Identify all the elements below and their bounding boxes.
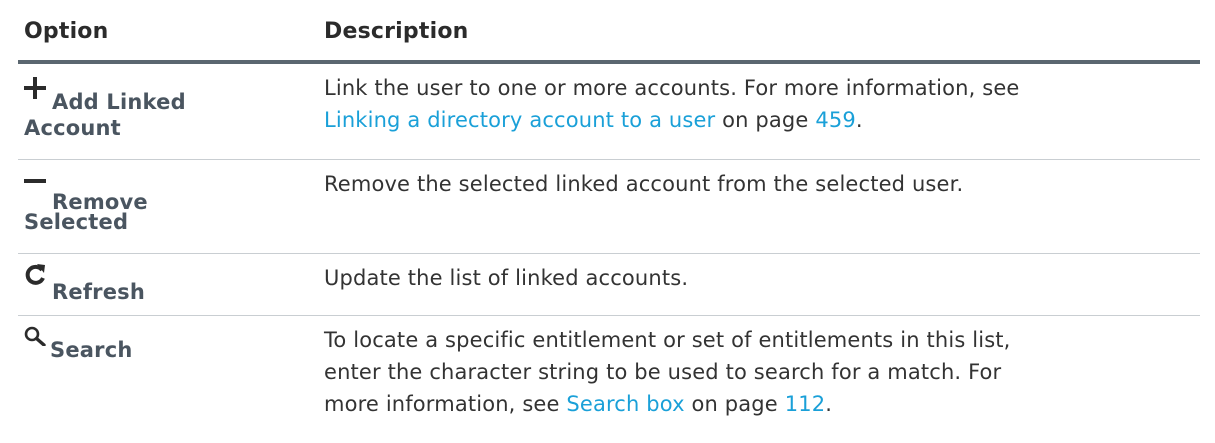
page-459-link[interactable]: 459: [815, 108, 856, 132]
description-text: Update the list of linked accounts.: [324, 266, 689, 290]
option-cell: Remove Selected: [18, 160, 324, 253]
description-cell: To locate a specific entitlement or set …: [324, 316, 1200, 442]
option-cell: Refresh: [18, 254, 324, 315]
remove-selected-label: Remove: [52, 190, 148, 214]
on-page-text: on page: [722, 108, 809, 132]
description-line: To locate a specific entitlement or set …: [324, 328, 1011, 352]
description-cell: Update the list of linked accounts.: [324, 254, 1200, 315]
table-row-refresh: Refresh Update the list of linked accoun…: [18, 254, 1200, 316]
description-cell: Remove the selected linked account from …: [324, 160, 1200, 253]
table-row-remove-selected: Remove Selected Remove the selected link…: [18, 160, 1200, 254]
search-box-link[interactable]: Search box: [566, 392, 684, 416]
period: .: [855, 108, 863, 132]
page-112-link[interactable]: 112: [785, 392, 826, 416]
search-label: Search: [50, 338, 133, 362]
description-text: Link the user to one or more accounts. F…: [324, 76, 1020, 100]
refresh-label: Refresh: [52, 280, 145, 304]
period: .: [825, 392, 833, 416]
option-cell: Search: [18, 316, 324, 442]
table-row-search: Search To locate a specific entitlement …: [18, 316, 1200, 442]
option-cell: Add Linked Account: [18, 64, 324, 159]
search-icon[interactable]: [24, 326, 46, 346]
refresh-icon[interactable]: [24, 264, 46, 286]
description-text: Remove the selected linked account from …: [324, 172, 964, 196]
add-linked-account-label: Add Linked: [52, 90, 186, 114]
options-table: Option Description Add Linked Account Li…: [18, 0, 1200, 442]
table-header: Option Description: [18, 0, 1200, 64]
on-page-text: on page: [691, 392, 778, 416]
description-line: enter the character string to be used to…: [324, 360, 1002, 384]
minus-icon[interactable]: [24, 179, 46, 184]
table-row-add-linked-account: Add Linked Account Link the user to one …: [18, 64, 1200, 160]
description-cell: Link the user to one or more accounts. F…: [324, 64, 1200, 159]
description-column-header: Description: [324, 19, 469, 44]
plus-icon[interactable]: [24, 77, 46, 99]
linking-directory-account-link[interactable]: Linking a directory account to a user: [324, 108, 715, 132]
option-column-header: Option: [24, 19, 109, 44]
description-line: more information, see: [324, 392, 560, 416]
